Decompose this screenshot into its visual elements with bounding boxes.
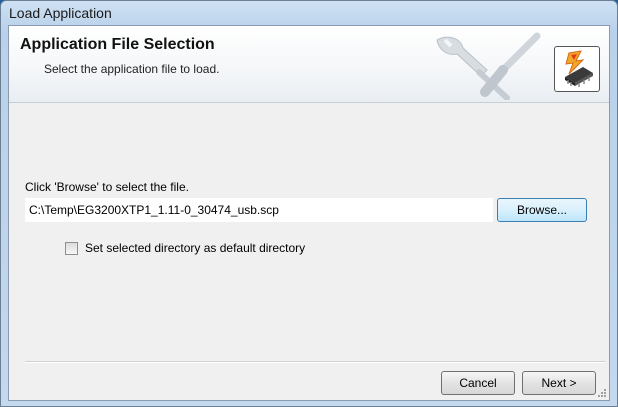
window-title: Load Application <box>9 5 112 21</box>
page-subtitle: Select the application file to load. <box>44 62 220 76</box>
wizard-header: Application File Selection Select the ap… <box>9 26 609 103</box>
next-button[interactable]: Next > <box>522 371 596 395</box>
load-application-window: Load Application Application File Select… <box>0 0 618 407</box>
browse-instruction: Click 'Browse' to select the file. <box>25 180 189 194</box>
page-title: Application File Selection <box>20 36 215 53</box>
cancel-button[interactable]: Cancel <box>441 371 515 395</box>
file-path-field[interactable] <box>25 198 493 222</box>
dialog-body: Application File Selection Select the ap… <box>8 25 610 401</box>
default-directory-checkbox[interactable] <box>65 242 78 255</box>
footer-divider <box>25 361 605 363</box>
browse-button[interactable]: Browse... <box>497 198 587 222</box>
default-directory-label[interactable]: Set selected directory as default direct… <box>85 241 305 255</box>
wrench-screwdriver-icon <box>436 32 541 100</box>
resize-grip-icon[interactable] <box>597 388 607 398</box>
chip-lightning-icon <box>554 46 600 92</box>
